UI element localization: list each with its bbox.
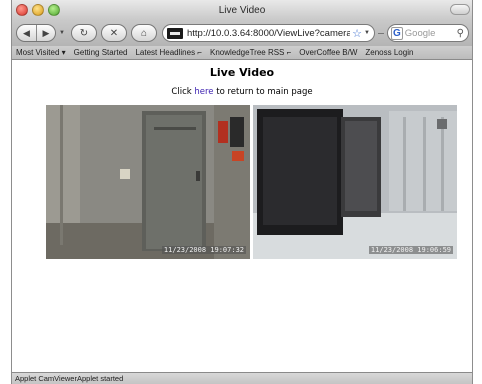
search-box[interactable]: G Google ⚲	[387, 24, 469, 42]
zoom-window-icon[interactable]	[48, 4, 60, 16]
return-prefix: Click	[171, 87, 195, 97]
forward-button[interactable]: ▶	[36, 25, 55, 41]
home-button[interactable]: ⌂	[131, 24, 157, 42]
camera-2-image	[253, 105, 457, 259]
back-forward-group: ◀ ▶	[16, 24, 56, 42]
minimize-window-icon[interactable]	[32, 4, 44, 16]
bookmark-overcoffee[interactable]: OverCoffee B/W	[299, 48, 357, 57]
site-favicon-icon	[167, 27, 183, 39]
bookmark-latest-headlines[interactable]: Latest Headlines ⌐	[135, 48, 202, 57]
camera-2-timestamp: 11/23/2008 19:06:59	[368, 246, 453, 254]
page-content: Live Video Click here to return to main …	[12, 61, 472, 372]
bookmark-star-icon[interactable]: ☆	[352, 27, 362, 40]
search-icon[interactable]: ⚲	[457, 28, 464, 39]
back-arrow-icon: ◀	[23, 27, 30, 38]
home-icon: ⌂	[140, 27, 148, 39]
toolbar-separator	[378, 32, 384, 34]
toolbar-toggle-icon[interactable]	[450, 4, 470, 15]
status-bar: Applet CamViewerApplet started	[12, 372, 472, 384]
return-instruction: Click here to return to main page	[12, 87, 472, 97]
camera-1-image	[46, 105, 250, 259]
bookmark-zenoss-login[interactable]: Zenoss Login	[365, 48, 413, 57]
navigation-toolbar: ◀ ▶ ▼ ↻ ✕ ⌂ http://10.0.3.64:8000/ViewLi…	[12, 20, 472, 46]
address-bar[interactable]: http://10.0.3.64:8000/ViewLive?cameraNu …	[162, 24, 375, 42]
camera-feed-2: 11/23/2008 19:06:59	[253, 105, 457, 259]
camera-1-timestamp: 11/23/2008 19:07:32	[161, 246, 246, 254]
stop-button[interactable]: ✕	[101, 24, 127, 42]
return-link[interactable]: here	[194, 87, 213, 97]
back-button[interactable]: ◀	[17, 25, 36, 41]
reload-icon: ↻	[79, 27, 89, 39]
camera-feed-1: 11/23/2008 19:07:32	[46, 105, 250, 259]
address-dropdown-icon[interactable]: ▼	[364, 30, 370, 36]
search-engine-icon[interactable]: G	[391, 26, 403, 40]
browser-window: Live Video ◀ ▶ ▼ ↻ ✕ ⌂ http://10.0.3.64:…	[11, 0, 473, 384]
bookmarks-bar: Most Visited ▾ Getting Started Latest He…	[12, 46, 472, 60]
window-title: Live Video	[218, 4, 266, 16]
page-title: Live Video	[209, 66, 275, 79]
bookmark-most-visited[interactable]: Most Visited ▾	[16, 48, 66, 57]
address-text[interactable]: http://10.0.3.64:8000/ViewLive?cameraNu	[187, 28, 350, 39]
return-suffix: to return to main page	[213, 87, 313, 97]
forward-arrow-icon: ▶	[42, 27, 50, 38]
window-controls	[16, 4, 60, 16]
reload-button[interactable]: ↻	[71, 24, 97, 42]
bookmark-knowledgetree-rss[interactable]: KnowledgeTree RSS ⌐	[210, 48, 291, 57]
close-window-icon[interactable]	[16, 4, 28, 16]
search-placeholder[interactable]: Google	[405, 28, 457, 39]
title-bar: Live Video	[12, 0, 472, 20]
stop-icon: ✕	[109, 27, 119, 39]
bookmark-getting-started[interactable]: Getting Started	[74, 48, 128, 57]
history-dropdown-icon[interactable]: ▼	[57, 30, 67, 36]
